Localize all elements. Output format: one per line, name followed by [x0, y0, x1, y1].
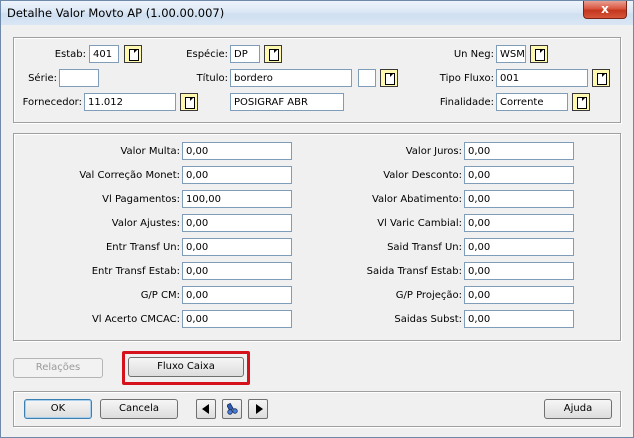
- ok-button[interactable]: OK: [24, 399, 92, 419]
- valor-desconto-input[interactable]: 0,00: [464, 166, 574, 184]
- said-transf-un-label: Said Transf Un:: [387, 242, 462, 253]
- vl-varic-cambial-input[interactable]: 0,00: [464, 214, 574, 232]
- titulo-label: Título:: [196, 73, 228, 84]
- vl-varic-cambial-label: Vl Varic Cambial:: [377, 218, 462, 229]
- search-button[interactable]: [222, 399, 242, 419]
- cancel-button[interactable]: Cancela: [100, 399, 178, 419]
- estab-label: Estab:: [54, 49, 86, 60]
- estab-input[interactable]: 401: [89, 45, 119, 63]
- saida-transf-estab-input[interactable]: 0,00: [464, 262, 574, 280]
- finalidade-zoom-icon[interactable]: [572, 93, 590, 111]
- un-neg-zoom-icon[interactable]: [530, 45, 548, 63]
- title-bar[interactable]: Detalhe Valor Movto AP (1.00.00.007) x: [1, 1, 633, 25]
- gp-cm-label: G/P CM:: [140, 290, 180, 301]
- help-button[interactable]: Ajuda: [544, 399, 612, 419]
- valor-juros-label: Valor Juros:: [405, 146, 462, 157]
- dialog-window: Detalhe Valor Movto AP (1.00.00.007) x E…: [0, 0, 634, 438]
- footer-group: OK Cancela Ajuda: [13, 391, 621, 427]
- titulo-zoom-icon[interactable]: [380, 69, 398, 87]
- fornecedor-name-field: POSIGRAF ABR: [230, 93, 344, 111]
- serie-input[interactable]: [59, 69, 99, 87]
- relacoes-button[interactable]: Relações: [13, 358, 103, 378]
- tipo-fluxo-input[interactable]: 001: [496, 69, 588, 87]
- vl-acerto-cmcac-label: Vl Acerto CMCAC:: [91, 314, 180, 325]
- saida-transf-estab-label: Saida Transf Estab:: [366, 266, 462, 277]
- valor-ajustes-label: Valor Ajustes:: [111, 218, 180, 229]
- close-button[interactable]: x: [583, 1, 627, 19]
- valor-desconto-label: Valor Desconto:: [383, 170, 462, 181]
- estab-zoom-icon[interactable]: [124, 45, 142, 63]
- un-neg-label: Un Neg:: [453, 49, 494, 60]
- titulo-input[interactable]: bordero: [230, 69, 352, 87]
- window-title: Detalhe Valor Movto AP (1.00.00.007): [7, 6, 225, 20]
- close-icon: x: [601, 2, 609, 16]
- saidas-subst-label: Saidas Subst:: [394, 314, 462, 325]
- fornecedor-input[interactable]: 11.012: [84, 93, 176, 111]
- valor-abatimento-input[interactable]: 0,00: [464, 190, 574, 208]
- entr-transf-estab-input[interactable]: 0,00: [182, 262, 292, 280]
- triangle-right-icon: [256, 404, 263, 414]
- especie-input[interactable]: DP: [230, 45, 260, 63]
- val-correcao-monet-label: Val Correção Monet:: [79, 170, 180, 181]
- valor-multa-label: Valor Multa:: [120, 146, 180, 157]
- entr-transf-un-label: Entr Transf Un:: [105, 242, 180, 253]
- fornecedor-zoom-icon[interactable]: [180, 93, 198, 111]
- vl-pagamentos-input[interactable]: 100,00: [182, 190, 292, 208]
- entr-transf-un-input[interactable]: 0,00: [182, 238, 292, 256]
- fluxo-caixa-button[interactable]: Fluxo Caixa: [128, 357, 244, 377]
- especie-label: Espécie:: [186, 49, 228, 60]
- titulo-extra-input[interactable]: [358, 69, 376, 87]
- serie-label: Série:: [28, 73, 57, 84]
- finalidade-input[interactable]: Corrente: [496, 93, 568, 111]
- said-transf-un-input[interactable]: 0,00: [464, 238, 574, 256]
- finalidade-label: Finalidade:: [439, 97, 494, 108]
- previous-button[interactable]: [196, 399, 216, 419]
- valor-multa-input[interactable]: 0,00: [182, 142, 292, 160]
- fornecedor-label: Fornecedor:: [22, 97, 82, 108]
- header-group: Estab: 401 Espécie: DP Un Neg: WSM Série…: [13, 37, 621, 123]
- valor-juros-input[interactable]: 0,00: [464, 142, 574, 160]
- entr-transf-estab-label: Entr Transf Estab:: [91, 266, 180, 277]
- vl-pagamentos-label: Vl Pagamentos:: [102, 194, 180, 205]
- val-correcao-monet-input[interactable]: 0,00: [182, 166, 292, 184]
- especie-zoom-icon[interactable]: [264, 45, 282, 63]
- valor-abatimento-label: Valor Abatimento:: [371, 194, 462, 205]
- binoculars-icon: [227, 403, 238, 415]
- gp-cm-input[interactable]: 0,00: [182, 286, 292, 304]
- saidas-subst-input[interactable]: 0,00: [464, 310, 574, 328]
- triangle-left-icon: [202, 404, 209, 414]
- tipo-fluxo-zoom-icon[interactable]: [592, 69, 610, 87]
- values-group: Valor Multa: 0,00 Val Correção Monet: 0,…: [13, 133, 621, 341]
- vl-acerto-cmcac-input[interactable]: 0,00: [182, 310, 292, 328]
- un-neg-input[interactable]: WSM: [496, 45, 526, 63]
- gp-projecao-label: G/P Projeção:: [395, 290, 462, 301]
- valor-ajustes-input[interactable]: 0,00: [182, 214, 292, 232]
- next-button[interactable]: [248, 399, 268, 419]
- tipo-fluxo-label: Tipo Fluxo:: [439, 73, 494, 84]
- dialog-client-area: Estab: 401 Espécie: DP Un Neg: WSM Série…: [7, 29, 627, 433]
- gp-projecao-input[interactable]: 0,00: [464, 286, 574, 304]
